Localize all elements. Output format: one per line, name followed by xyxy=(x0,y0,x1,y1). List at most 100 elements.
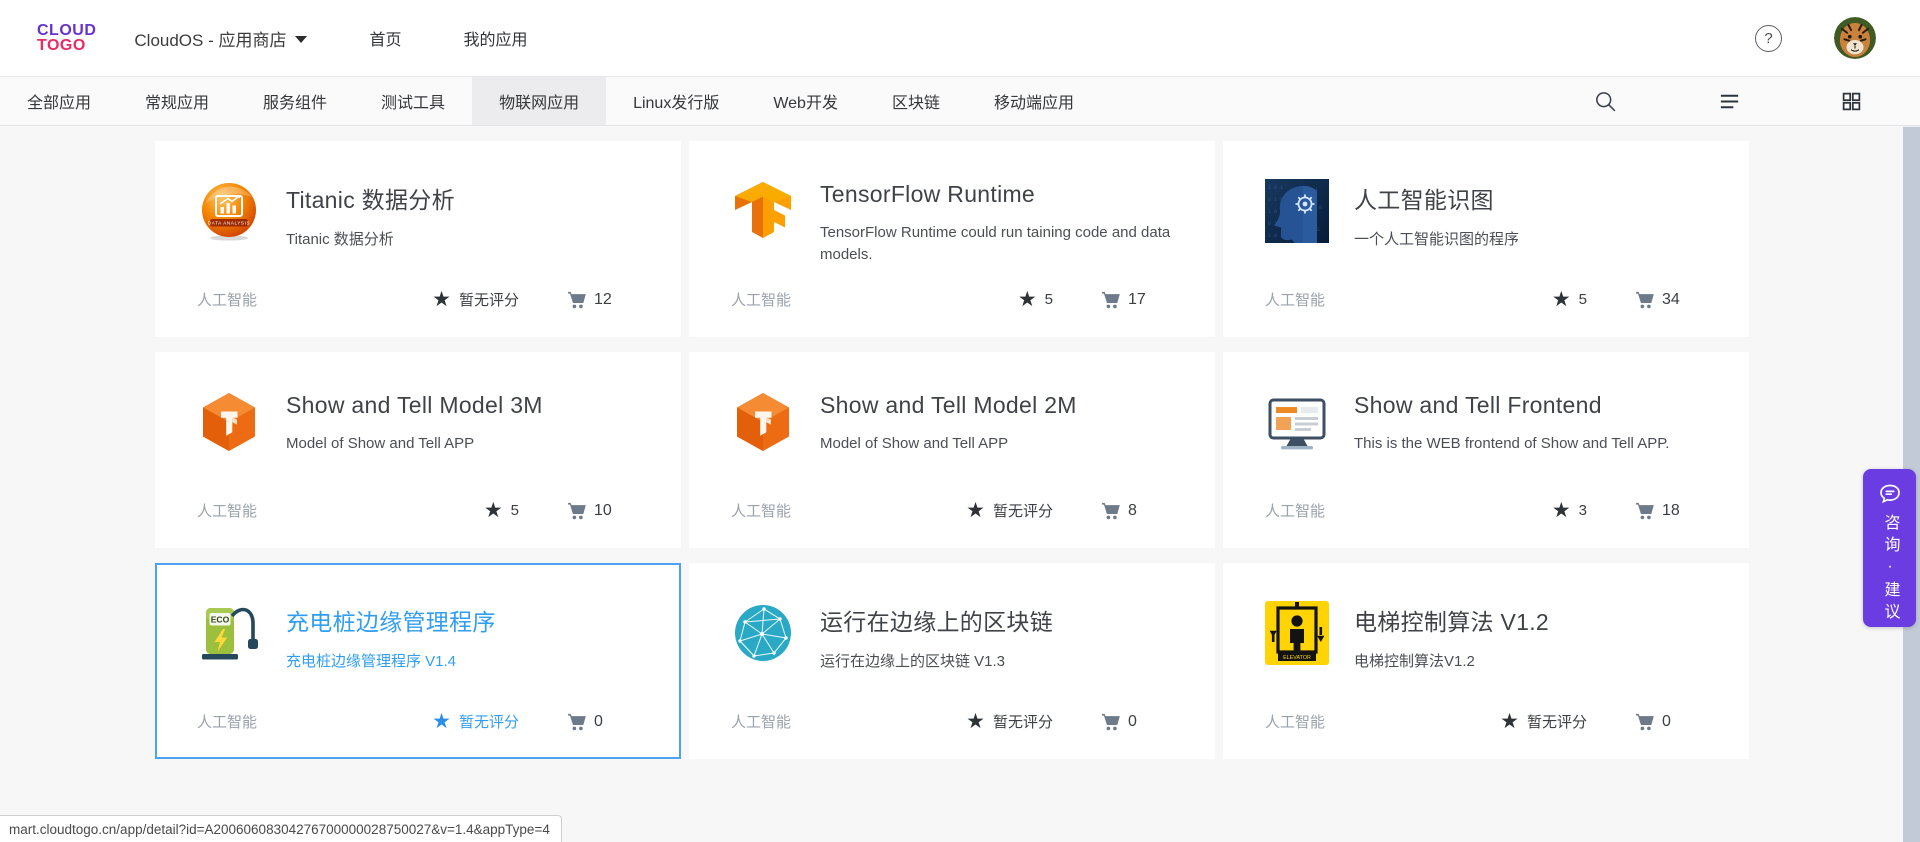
app-subtitle: 一个人工智能识图的程序 xyxy=(1354,229,1519,251)
app-category: 人工智能 xyxy=(1265,500,1552,521)
consult-suggest-label: 咨询·建议 xyxy=(1882,514,1898,625)
app-cart-count: 0 xyxy=(594,713,603,731)
app-title: Show and Tell Model 2M xyxy=(820,392,1077,419)
status-bar-url: mart.cloudtogo.cn/app/detail?id=A2006060… xyxy=(0,815,562,842)
tab-web-dev[interactable]: Web开发 xyxy=(746,77,865,125)
consult-suggest-button[interactable]: 咨询·建议 xyxy=(1863,469,1916,627)
app-card[interactable]: Show and Tell Frontend This is the WEB f… xyxy=(1223,352,1749,548)
svg-text:1 0 1: 1 0 1 xyxy=(1268,233,1283,239)
app-rating: ★ 5 xyxy=(1018,289,1053,310)
star-icon: ★ xyxy=(966,711,985,732)
app-cart-count: 10 xyxy=(594,502,612,520)
svg-text:1 0 1: 1 0 1 xyxy=(1268,185,1283,191)
cart-icon xyxy=(1633,288,1656,311)
list-view-icon[interactable] xyxy=(1718,90,1741,113)
star-icon: ★ xyxy=(1552,500,1571,521)
app-cart: 12 xyxy=(565,288,639,311)
nav-my-apps[interactable]: 我的应用 xyxy=(464,26,528,50)
star-icon: ★ xyxy=(484,500,503,521)
tab-iot-apps[interactable]: 物联网应用 xyxy=(472,77,606,125)
cart-icon xyxy=(565,288,588,311)
svg-text:DATA ANALYSIS: DATA ANALYSIS xyxy=(208,221,250,226)
tab-blockchain[interactable]: 区块链 xyxy=(865,77,967,125)
tab-test-tools[interactable]: 测试工具 xyxy=(354,77,472,125)
app-subtitle: 充电桩边缘管理程序 V1.4 xyxy=(286,651,496,673)
app-rating-text: 3 xyxy=(1579,502,1587,519)
app-cart: 10 xyxy=(565,499,639,522)
app-card[interactable]: TensorFlow Runtime TensorFlow Runtime co… xyxy=(689,141,1215,337)
app-card[interactable]: Show and Tell Model 2M Model of Show and… xyxy=(689,352,1215,548)
app-rating-text: 5 xyxy=(1045,291,1053,308)
app-rating: ★ 暂无评分 xyxy=(432,289,519,310)
app-cart-count: 0 xyxy=(1128,713,1137,731)
app-store-menu[interactable]: CloudOS - 应用商店 xyxy=(134,26,307,51)
app-title: 充电桩边缘管理程序 xyxy=(286,603,496,637)
app-category: 人工智能 xyxy=(197,500,484,521)
nav-home[interactable]: 首页 xyxy=(369,26,401,50)
app-cart-count: 0 xyxy=(1662,713,1671,731)
app-grid: DATA ANALYSIS Titanic 数据分析 Titanic 数据分析 … xyxy=(155,141,1749,759)
app-rating: ★ 3 xyxy=(1552,500,1587,521)
star-icon: ★ xyxy=(432,289,451,310)
app-cart: 34 xyxy=(1633,288,1707,311)
app-rating: ★ 暂无评分 xyxy=(432,711,519,732)
app-card[interactable]: DATA ANALYSIS Titanic 数据分析 Titanic 数据分析 … xyxy=(155,141,681,337)
tab-service-components[interactable]: 服务组件 xyxy=(236,77,354,125)
star-icon: ★ xyxy=(1500,711,1519,732)
app-card[interactable]: Show and Tell Model 3M Model of Show and… xyxy=(155,352,681,548)
tab-all-apps[interactable]: 全部应用 xyxy=(0,77,118,125)
tab-regular-apps[interactable]: 常规应用 xyxy=(118,77,236,125)
cart-icon xyxy=(1099,499,1122,522)
app-subtitle: TensorFlow Runtime could run taining cod… xyxy=(820,222,1173,266)
app-title: 运行在边缘上的区块链 xyxy=(820,603,1053,637)
tiger-avatar-image xyxy=(1834,17,1876,59)
app-rating-text: 5 xyxy=(1579,291,1587,308)
app-subtitle: Model of Show and Tell APP xyxy=(286,433,543,455)
app-category: 人工智能 xyxy=(731,289,1018,310)
elevator-icon: ELEVATOR xyxy=(1265,601,1329,665)
app-rating-text: 暂无评分 xyxy=(993,711,1053,732)
avatar[interactable] xyxy=(1834,17,1876,59)
header-nav: 首页 我的应用 xyxy=(307,26,527,50)
app-category: 人工智能 xyxy=(731,500,966,521)
chevron-down-icon xyxy=(295,36,307,43)
app-rating: ★ 5 xyxy=(484,500,519,521)
tabs-toolbar xyxy=(1493,77,1920,125)
top-header: CLOUD TOGO CloudOS - 应用商店 首页 我的应用 ? xyxy=(0,0,1920,77)
web-frontend-icon xyxy=(1265,390,1329,454)
cloudtogo-logo[interactable]: CLOUD TOGO xyxy=(37,23,96,53)
app-cart: 17 xyxy=(1099,288,1173,311)
app-rating: ★ 暂无评分 xyxy=(966,711,1053,732)
logo-line2: TOGO xyxy=(37,38,96,53)
app-cart-count: 34 xyxy=(1662,291,1680,309)
app-rating-text: 暂无评分 xyxy=(459,711,519,732)
app-category: 人工智能 xyxy=(1265,289,1552,310)
app-card[interactable]: 1 0 10 1 01 0 1 0 1 01 0 1 0 11 00 1 人工智… xyxy=(1223,141,1749,337)
search-icon[interactable] xyxy=(1593,89,1618,114)
app-category: 人工智能 xyxy=(197,711,432,732)
app-category: 人工智能 xyxy=(731,711,966,732)
help-icon[interactable]: ? xyxy=(1755,25,1782,52)
app-rating: ★ 暂无评分 xyxy=(966,500,1053,521)
app-cart: 8 xyxy=(1099,499,1173,522)
tab-mobile-apps[interactable]: 移动端应用 xyxy=(967,77,1101,125)
app-store-menu-label: CloudOS - 应用商店 xyxy=(134,26,286,51)
tensorflow-icon xyxy=(731,179,795,243)
app-title: 人工智能识图 xyxy=(1354,181,1519,215)
app-card[interactable]: ECO 充电桩边缘管理程序 充电桩边缘管理程序 V1.4 人工智能 ★ 暂无评分 xyxy=(155,563,681,759)
app-cart: 0 xyxy=(1633,710,1707,733)
grid-view-icon[interactable] xyxy=(1841,91,1862,112)
app-card[interactable]: ELEVATOR 电梯控制算法 V1.2 电梯控制算法V1.2 人工智能 ★ 暂… xyxy=(1223,563,1749,759)
app-card[interactable]: 运行在边缘上的区块链 运行在边缘上的区块链 V1.3 人工智能 ★ 暂无评分 0 xyxy=(689,563,1215,759)
app-rating: ★ 暂无评分 xyxy=(1500,711,1587,732)
tab-linux-distros[interactable]: Linux发行版 xyxy=(606,77,746,125)
star-icon: ★ xyxy=(1552,289,1571,310)
app-subtitle: Model of Show and Tell APP xyxy=(820,433,1077,455)
cart-icon xyxy=(1633,710,1656,733)
app-title: 电梯控制算法 V1.2 xyxy=(1354,603,1549,637)
app-title: Titanic 数据分析 xyxy=(286,181,455,215)
ai-vision-icon: 1 0 10 1 01 0 1 0 1 01 0 1 0 11 00 1 xyxy=(1265,179,1329,243)
app-title: Show and Tell Frontend xyxy=(1354,392,1669,419)
tf-hexagon-icon xyxy=(731,390,795,454)
cart-icon xyxy=(1099,710,1122,733)
